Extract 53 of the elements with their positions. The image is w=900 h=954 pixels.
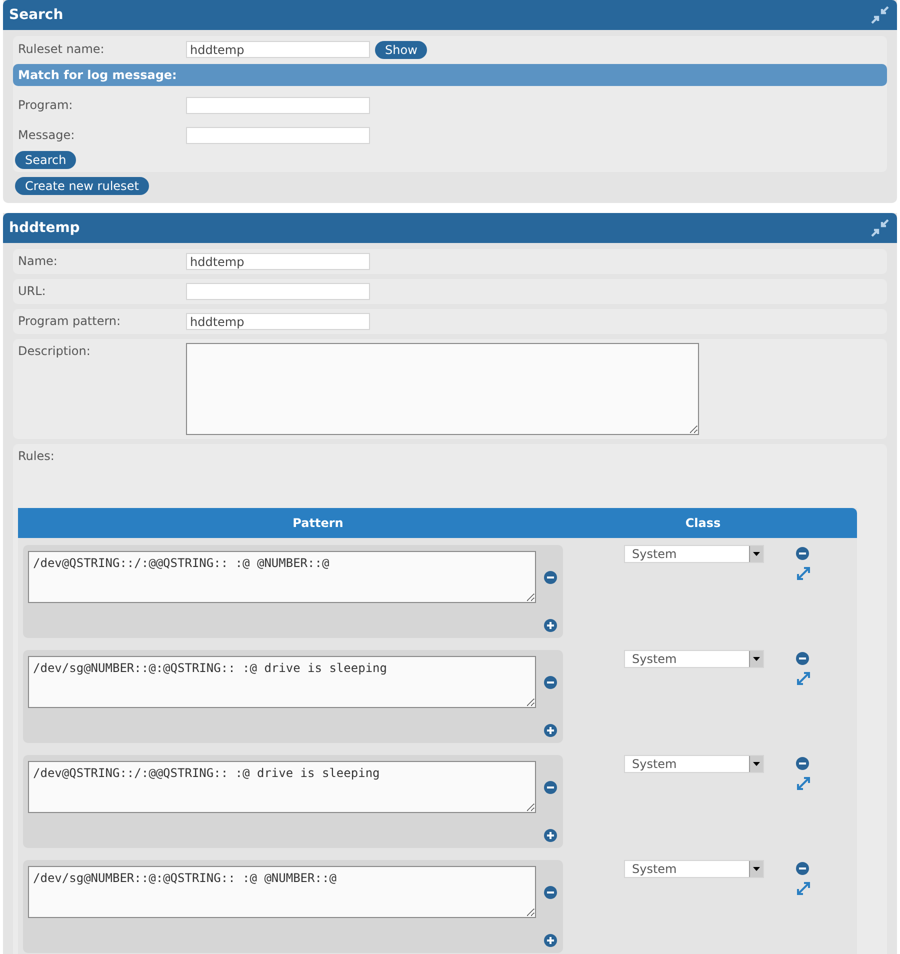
remove-icon[interactable] (544, 571, 557, 584)
remove-icon[interactable] (796, 862, 809, 875)
column-header: Class (684, 516, 722, 530)
add-icon[interactable] (544, 829, 557, 842)
search-button[interactable]: Search (15, 151, 76, 169)
expand-icon[interactable] (796, 776, 811, 791)
class-select[interactable]: System (624, 860, 764, 878)
input-field[interactable]: hddtemp (186, 313, 370, 330)
class-select[interactable]: System (624, 545, 764, 563)
add-icon[interactable] (544, 619, 557, 632)
add-icon[interactable] (544, 724, 557, 737)
add-icon[interactable] (544, 934, 557, 947)
class-select[interactable]: System (624, 755, 764, 773)
dropdown-caret-icon (749, 756, 763, 772)
dropdown-caret-icon (749, 651, 763, 667)
field-label: Ruleset name: (18, 41, 106, 56)
remove-icon[interactable] (544, 676, 557, 689)
expand-icon[interactable] (796, 566, 811, 581)
match-heading: Match for log message: (13, 64, 887, 86)
dropdown-caret-icon (749, 861, 763, 877)
panel-title: hddtemp (9, 220, 80, 236)
input-field[interactable] (186, 283, 370, 300)
input-field[interactable] (186, 97, 370, 114)
field-label: Program: (18, 97, 74, 112)
remove-icon[interactable] (544, 781, 557, 794)
panel-title: Search (9, 7, 64, 23)
pattern-field[interactable]: /dev@QSTRING::/:@@QSTRING:: :@ drive is sleeping (28, 761, 536, 813)
field-label: URL: (18, 283, 47, 298)
remove-icon[interactable] (796, 757, 809, 770)
input-field[interactable] (186, 127, 370, 144)
column-header: Pattern (292, 516, 344, 530)
dropdown-caret-icon (749, 546, 763, 562)
class-select[interactable]: System (624, 650, 764, 668)
remove-icon[interactable] (544, 886, 557, 899)
expand-icon[interactable] (796, 671, 811, 686)
create-ruleset-button[interactable]: Create new ruleset (15, 177, 149, 195)
remove-icon[interactable] (796, 652, 809, 665)
field-label: Message: (18, 127, 76, 142)
show-button[interactable]: Show (375, 41, 428, 59)
field-label: Program pattern: (18, 313, 122, 328)
field-label: Description: (18, 343, 92, 358)
collapse-icon[interactable] (871, 219, 889, 237)
expand-icon[interactable] (796, 881, 811, 896)
field-label: Name: (18, 253, 58, 268)
ruleset-name-field[interactable]: hddtemp (186, 41, 370, 58)
description-field[interactable] (186, 343, 699, 435)
pattern-field[interactable]: /dev/sg@NUMBER::@:@QSTRING:: :@ @NUMBER::@ (28, 866, 536, 918)
input-field[interactable]: hddtemp (186, 253, 370, 270)
field-label: Rules: (18, 448, 56, 463)
remove-icon[interactable] (796, 547, 809, 560)
collapse-icon[interactable] (871, 6, 889, 24)
pattern-field[interactable]: /dev/sg@NUMBER::@:@QSTRING:: :@ drive is sleeping (28, 656, 536, 708)
pattern-field[interactable]: /dev@QSTRING::/:@@QSTRING:: :@ @NUMBER::@ (28, 551, 536, 603)
